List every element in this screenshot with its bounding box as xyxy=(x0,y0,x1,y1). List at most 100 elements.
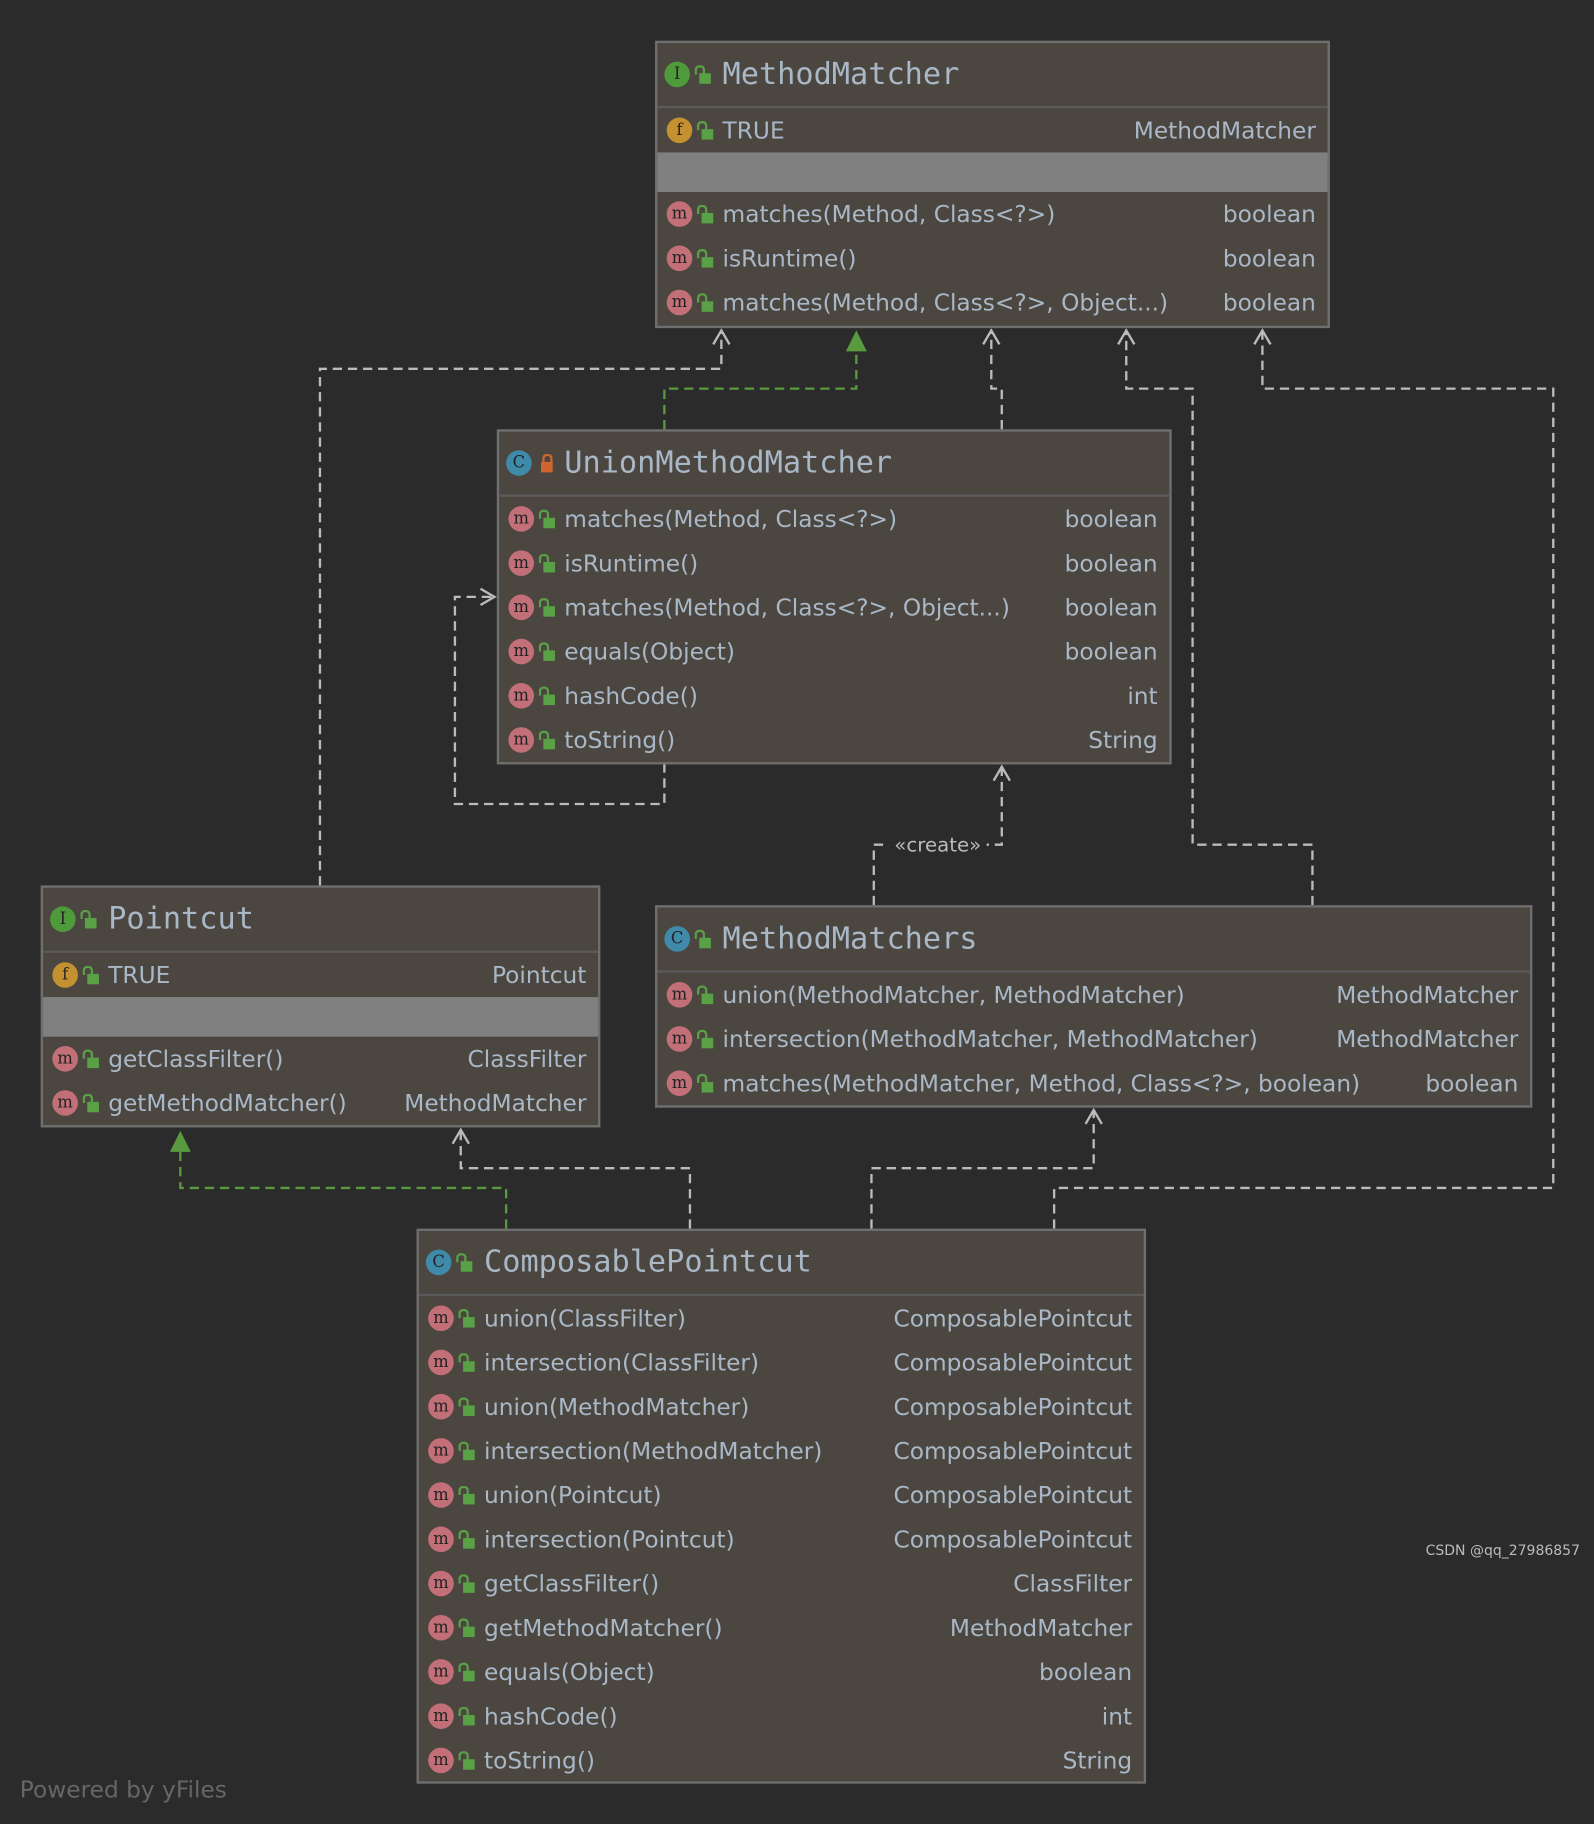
method-row[interactable]: m union(MethodMatcher, MethodMatcher) Meth… xyxy=(657,973,1530,1017)
method-row[interactable]: m getClassFilter() ClassFilter xyxy=(419,1561,1144,1605)
method-row[interactable]: m intersection(MethodMatcher, MethodMatch… xyxy=(657,1017,1530,1061)
private-lock-icon xyxy=(541,453,553,472)
method-row[interactable]: m union(ClassFilter) ComposablePointcut xyxy=(419,1296,1144,1340)
method-row-name: getClassFilter() xyxy=(108,1044,284,1073)
method-row[interactable]: m equals(Object) boolean xyxy=(419,1650,1144,1694)
method-row[interactable]: m toString() String xyxy=(499,718,1169,762)
method-row-type: MethodMatcher xyxy=(949,1613,1133,1642)
public-lock-icon xyxy=(696,120,714,140)
method-icon: m xyxy=(52,1045,78,1072)
method-row-name: isRuntime() xyxy=(722,244,857,273)
method-row[interactable]: m hashCode() int xyxy=(419,1694,1144,1738)
method-row[interactable]: m union(Pointcut) ComposablePointcut xyxy=(419,1473,1144,1517)
method-row[interactable]: m isRuntime() boolean xyxy=(657,236,1327,280)
method-row-type: ComposablePointcut xyxy=(893,1525,1133,1554)
method-row[interactable]: m union(MethodMatcher) ComposablePointcut xyxy=(419,1385,1144,1429)
method-row[interactable]: m matches(Method, Class<?>, Object...) boo… xyxy=(657,280,1327,324)
method-icon: m xyxy=(508,506,535,532)
method-row-type: boolean xyxy=(1064,637,1158,666)
method-row-type: String xyxy=(1088,726,1158,754)
method-row[interactable]: m toString() String xyxy=(419,1738,1144,1782)
public-lock-icon xyxy=(694,64,711,84)
class-title: Pointcut xyxy=(108,901,254,937)
field-row-name: TRUE xyxy=(722,116,785,145)
method-row-type: int xyxy=(1127,681,1158,710)
method-row-type: String xyxy=(1062,1746,1133,1775)
method-row-type: boolean xyxy=(1064,504,1158,533)
class-title: UnionMethodMatcher xyxy=(564,445,893,481)
method-icon: m xyxy=(508,638,535,665)
field-row[interactable]: f TRUE Pointcut xyxy=(43,953,598,997)
class-box-pointcut[interactable]: I Pointcut f TRUE Pointcut m getClassFilter() C… xyxy=(40,885,601,1128)
method-icon: m xyxy=(508,727,535,753)
method-row[interactable]: m intersection(ClassFilter) ComposablePoin… xyxy=(419,1340,1144,1384)
method-row[interactable]: m equals(Object) boolean xyxy=(499,629,1169,673)
class-box-composablepointcut[interactable]: C ComposablePointcut m union(ClassFilter) Co… xyxy=(416,1228,1147,1784)
public-lock-icon xyxy=(696,292,714,312)
method-row[interactable]: m intersection(Pointcut) ComposablePointcu… xyxy=(419,1517,1144,1561)
method-row[interactable]: m matches(Method, Class<?>) boolean xyxy=(657,192,1327,236)
method-row-name: intersection(MethodMatcher, MethodMatche… xyxy=(722,1025,1258,1053)
public-lock-icon xyxy=(538,553,555,572)
method-row[interactable]: m isRuntime() boolean xyxy=(499,541,1169,585)
field-row-name: TRUE xyxy=(108,961,171,989)
edge-dependency xyxy=(459,1129,692,1229)
class-title: ComposablePointcut xyxy=(484,1244,812,1280)
public-lock-icon xyxy=(458,1750,475,1770)
method-row-type: ComposablePointcut xyxy=(893,1436,1133,1465)
method-row-name: matches(Method, Class<?>, Object...) xyxy=(564,593,1010,622)
class-box-methodmatcher[interactable]: I MethodMatcher f TRUE MethodMatcher m matches… xyxy=(655,40,1330,329)
public-lock-icon xyxy=(458,1573,475,1593)
public-lock-icon xyxy=(538,509,555,528)
public-lock-icon xyxy=(694,929,711,948)
method-row-name: hashCode() xyxy=(484,1702,618,1731)
method-row-name: union(MethodMatcher) xyxy=(484,1392,750,1421)
method-row[interactable]: m matches(Method, Class<?>, Object...) boo… xyxy=(499,585,1169,629)
public-lock-icon xyxy=(538,685,555,705)
edge-realization xyxy=(663,351,858,430)
realization-arrowhead xyxy=(845,330,867,352)
class-box-unionmethodmatcher[interactable]: C UnionMethodMatcher m matches(Method, Clas… xyxy=(496,429,1172,765)
method-row-type: boolean xyxy=(1222,244,1316,273)
method-row[interactable]: m getMethodMatcher() MethodMatcher xyxy=(419,1606,1144,1650)
class-title: MethodMatcher xyxy=(722,57,960,92)
method-row-name: isRuntime() xyxy=(564,549,699,578)
class-box-methodmatchers[interactable]: C MethodMatchers m union(MethodMatcher, Met… xyxy=(655,905,1533,1108)
method-icon: m xyxy=(52,1090,78,1116)
method-row-name: intersection(Pointcut) xyxy=(484,1525,735,1554)
method-row[interactable]: m matches(MethodMatcher, Method, Class<?>… xyxy=(657,1061,1530,1105)
method-row-name: intersection(ClassFilter) xyxy=(484,1348,760,1377)
edge-realization xyxy=(179,1151,508,1229)
class-header: C UnionMethodMatcher xyxy=(499,432,1170,497)
public-lock-icon xyxy=(696,984,714,1004)
method-row[interactable]: m intersection(MethodMatcher) ComposablePo… xyxy=(419,1429,1144,1473)
field-row[interactable]: f TRUE MethodMatcher xyxy=(657,108,1327,152)
method-row[interactable]: m matches(Method, Class<?>) boolean xyxy=(499,497,1169,541)
method-row[interactable]: m getClassFilter() ClassFilter xyxy=(43,1037,598,1081)
method-row-type: ComposablePointcut xyxy=(893,1481,1133,1510)
public-lock-icon xyxy=(538,641,555,661)
method-row[interactable]: m getMethodMatcher() MethodMatcher xyxy=(43,1081,598,1125)
public-lock-icon xyxy=(82,1093,99,1112)
method-icon: m xyxy=(508,682,535,709)
public-lock-icon xyxy=(458,1440,475,1460)
method-row-type: boolean xyxy=(1222,200,1316,229)
method-row-name: getMethodMatcher() xyxy=(484,1613,723,1642)
public-lock-icon xyxy=(458,1662,475,1681)
method-icon: m xyxy=(666,245,693,272)
method-icon: m xyxy=(666,1070,693,1097)
method-row-type: boolean xyxy=(1064,549,1158,578)
method-row-name: intersection(MethodMatcher) xyxy=(484,1436,823,1465)
method-icon: m xyxy=(428,1349,454,1376)
watermark: CSDN @qq_27986857 xyxy=(1425,1543,1580,1559)
method-icon: m xyxy=(666,981,693,1008)
edge-dependency xyxy=(990,330,1003,430)
public-lock-icon xyxy=(456,1252,473,1272)
public-lock-icon xyxy=(538,730,555,749)
method-row-name: toString() xyxy=(564,726,676,754)
method-row-name: toString() xyxy=(484,1746,595,1775)
method-row-type: ClassFilter xyxy=(1013,1569,1133,1598)
method-row-type: boolean xyxy=(1039,1657,1133,1686)
method-row[interactable]: m hashCode() int xyxy=(499,674,1169,718)
method-row-name: matches(Method, Class<?>, Object...) xyxy=(722,288,1169,317)
